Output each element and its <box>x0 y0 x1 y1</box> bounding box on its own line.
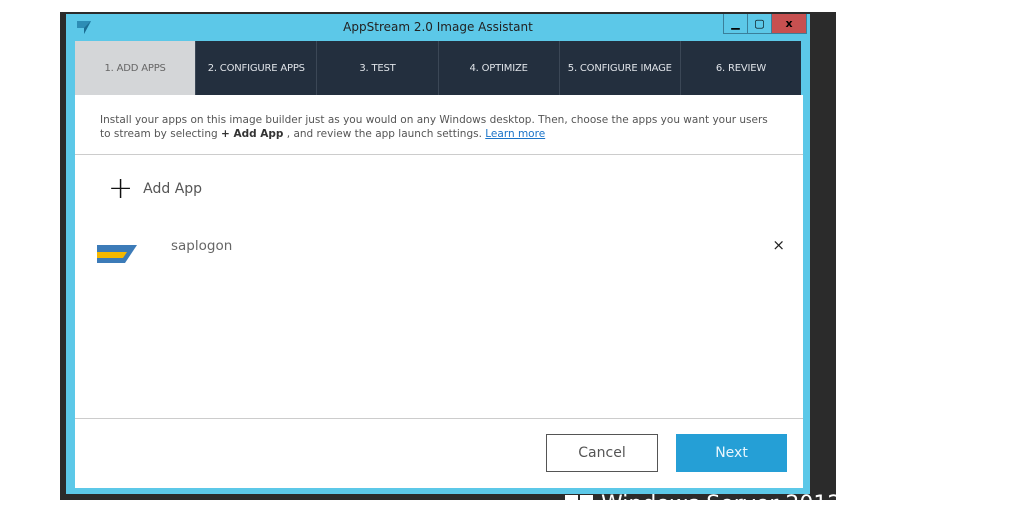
content-panel: Install your apps on this image builder … <box>75 95 803 488</box>
tab-test[interactable]: 3. TEST <box>317 41 439 95</box>
instructions-bold: + Add App <box>221 128 284 140</box>
maximize-button[interactable]: ▢ <box>748 14 772 33</box>
instructions: Install your apps on this image builder … <box>100 113 780 141</box>
list-item[interactable]: saplogon × <box>95 233 785 273</box>
divider <box>75 154 803 155</box>
title-bar[interactable]: AppStream 2.0 Image Assistant <box>66 14 810 41</box>
divider <box>75 418 803 419</box>
learn-more-link[interactable]: Learn more <box>485 128 545 140</box>
window-controls: ▁ ▢ x <box>723 14 807 34</box>
remove-app-icon[interactable]: × <box>772 236 785 254</box>
minimize-button[interactable]: ▁ <box>724 14 748 33</box>
tab-configure-apps[interactable]: 2. CONFIGURE APPS <box>196 41 318 95</box>
window-title: AppStream 2.0 Image Assistant <box>343 20 533 34</box>
add-app-label: Add App <box>143 181 203 197</box>
tab-configure-image[interactable]: 5. CONFIGURE IMAGE <box>560 41 681 95</box>
next-button[interactable]: Next <box>676 434 787 472</box>
add-app-button[interactable]: + Add App <box>108 171 203 206</box>
appstream-icon <box>77 21 91 34</box>
plus-icon: + <box>108 171 134 206</box>
cancel-button[interactable]: Cancel <box>546 434 658 472</box>
saplogon-app-icon <box>97 245 137 263</box>
app-name: saplogon <box>171 238 233 254</box>
wizard-steps: 1. ADD APPS 2. CONFIGURE APPS 3. TEST 4.… <box>75 41 801 102</box>
tab-optimize[interactable]: 4. OPTIMIZE <box>439 41 560 95</box>
tab-review[interactable]: 6. REVIEW <box>681 41 801 95</box>
instructions-text-2: , and review the app launch settings. <box>283 128 486 140</box>
tab-add-apps[interactable]: 1. ADD APPS <box>75 41 197 102</box>
os-watermark: Windows Server 2012 R2 <box>565 492 878 517</box>
os-label: Windows Server 2012 R2 <box>601 492 878 517</box>
app-window: AppStream 2.0 Image Assistant ▁ ▢ x 1. A… <box>66 14 810 494</box>
close-button[interactable]: x <box>772 14 806 33</box>
